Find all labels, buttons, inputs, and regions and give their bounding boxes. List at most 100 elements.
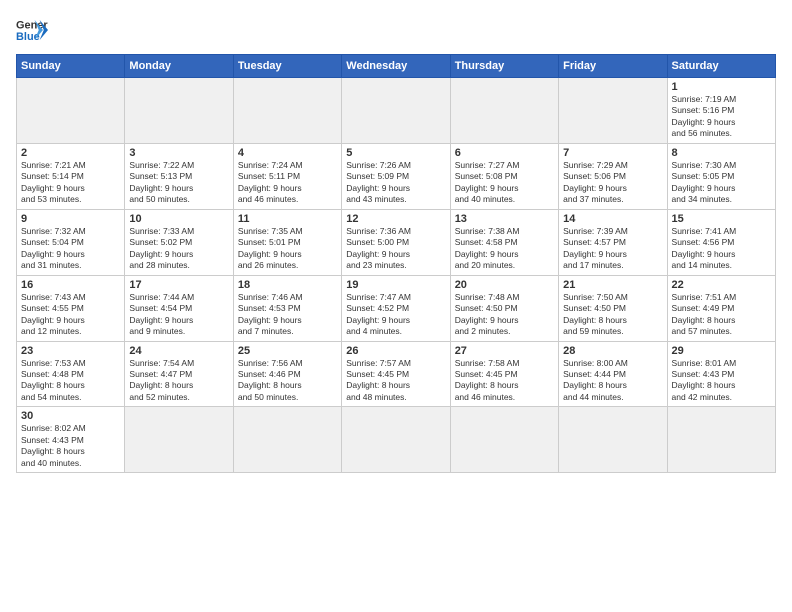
day-info: Sunrise: 7:29 AM Sunset: 5:06 PM Dayligh… bbox=[563, 160, 662, 206]
day-info: Sunrise: 7:57 AM Sunset: 4:45 PM Dayligh… bbox=[346, 358, 445, 404]
calendar-header-monday: Monday bbox=[125, 55, 233, 78]
calendar-week-row-3: 9Sunrise: 7:32 AM Sunset: 5:04 PM Daylig… bbox=[17, 209, 776, 275]
day-info: Sunrise: 7:39 AM Sunset: 4:57 PM Dayligh… bbox=[563, 226, 662, 272]
calendar-cell bbox=[450, 78, 558, 144]
calendar-week-row-5: 23Sunrise: 7:53 AM Sunset: 4:48 PM Dayli… bbox=[17, 341, 776, 407]
calendar-cell bbox=[125, 78, 233, 144]
calendar-cell: 23Sunrise: 7:53 AM Sunset: 4:48 PM Dayli… bbox=[17, 341, 125, 407]
day-info: Sunrise: 7:32 AM Sunset: 5:04 PM Dayligh… bbox=[21, 226, 120, 272]
day-info: Sunrise: 7:54 AM Sunset: 4:47 PM Dayligh… bbox=[129, 358, 228, 404]
calendar-cell: 29Sunrise: 8:01 AM Sunset: 4:43 PM Dayli… bbox=[667, 341, 775, 407]
calendar-week-row-6: 30Sunrise: 8:02 AM Sunset: 4:43 PM Dayli… bbox=[17, 407, 776, 473]
day-info: Sunrise: 7:27 AM Sunset: 5:08 PM Dayligh… bbox=[455, 160, 554, 206]
day-info: Sunrise: 7:26 AM Sunset: 5:09 PM Dayligh… bbox=[346, 160, 445, 206]
day-number: 19 bbox=[346, 279, 445, 291]
day-info: Sunrise: 7:53 AM Sunset: 4:48 PM Dayligh… bbox=[21, 358, 120, 404]
day-number: 15 bbox=[672, 213, 771, 225]
calendar-week-row-1: 1Sunrise: 7:19 AM Sunset: 5:16 PM Daylig… bbox=[17, 78, 776, 144]
day-info: Sunrise: 8:01 AM Sunset: 4:43 PM Dayligh… bbox=[672, 358, 771, 404]
calendar-cell: 16Sunrise: 7:43 AM Sunset: 4:55 PM Dayli… bbox=[17, 275, 125, 341]
calendar-cell: 26Sunrise: 7:57 AM Sunset: 4:45 PM Dayli… bbox=[342, 341, 450, 407]
calendar-cell bbox=[17, 78, 125, 144]
day-info: Sunrise: 7:47 AM Sunset: 4:52 PM Dayligh… bbox=[346, 292, 445, 338]
calendar-cell bbox=[667, 407, 775, 473]
calendar-cell: 7Sunrise: 7:29 AM Sunset: 5:06 PM Daylig… bbox=[559, 143, 667, 209]
day-number: 17 bbox=[129, 279, 228, 291]
day-info: Sunrise: 7:41 AM Sunset: 4:56 PM Dayligh… bbox=[672, 226, 771, 272]
calendar-cell: 6Sunrise: 7:27 AM Sunset: 5:08 PM Daylig… bbox=[450, 143, 558, 209]
calendar-cell: 25Sunrise: 7:56 AM Sunset: 4:46 PM Dayli… bbox=[233, 341, 341, 407]
calendar-cell: 30Sunrise: 8:02 AM Sunset: 4:43 PM Dayli… bbox=[17, 407, 125, 473]
calendar-cell: 1Sunrise: 7:19 AM Sunset: 5:16 PM Daylig… bbox=[667, 78, 775, 144]
day-number: 28 bbox=[563, 345, 662, 357]
calendar-cell: 20Sunrise: 7:48 AM Sunset: 4:50 PM Dayli… bbox=[450, 275, 558, 341]
calendar-cell: 5Sunrise: 7:26 AM Sunset: 5:09 PM Daylig… bbox=[342, 143, 450, 209]
day-number: 10 bbox=[129, 213, 228, 225]
calendar-cell bbox=[559, 407, 667, 473]
day-number: 9 bbox=[21, 213, 120, 225]
calendar-cell: 14Sunrise: 7:39 AM Sunset: 4:57 PM Dayli… bbox=[559, 209, 667, 275]
day-info: Sunrise: 7:38 AM Sunset: 4:58 PM Dayligh… bbox=[455, 226, 554, 272]
day-info: Sunrise: 7:19 AM Sunset: 5:16 PM Dayligh… bbox=[672, 94, 771, 140]
calendar-cell: 27Sunrise: 7:58 AM Sunset: 4:45 PM Dayli… bbox=[450, 341, 558, 407]
day-info: Sunrise: 7:36 AM Sunset: 5:00 PM Dayligh… bbox=[346, 226, 445, 272]
day-number: 23 bbox=[21, 345, 120, 357]
calendar-cell: 21Sunrise: 7:50 AM Sunset: 4:50 PM Dayli… bbox=[559, 275, 667, 341]
day-number: 1 bbox=[672, 81, 771, 93]
day-info: Sunrise: 7:35 AM Sunset: 5:01 PM Dayligh… bbox=[238, 226, 337, 272]
calendar-cell: 2Sunrise: 7:21 AM Sunset: 5:14 PM Daylig… bbox=[17, 143, 125, 209]
calendar-cell bbox=[342, 78, 450, 144]
day-number: 12 bbox=[346, 213, 445, 225]
day-number: 8 bbox=[672, 147, 771, 159]
day-number: 26 bbox=[346, 345, 445, 357]
day-info: Sunrise: 7:58 AM Sunset: 4:45 PM Dayligh… bbox=[455, 358, 554, 404]
calendar-week-row-4: 16Sunrise: 7:43 AM Sunset: 4:55 PM Dayli… bbox=[17, 275, 776, 341]
calendar-cell: 19Sunrise: 7:47 AM Sunset: 4:52 PM Dayli… bbox=[342, 275, 450, 341]
day-number: 13 bbox=[455, 213, 554, 225]
calendar-header-sunday: Sunday bbox=[17, 55, 125, 78]
day-info: Sunrise: 7:44 AM Sunset: 4:54 PM Dayligh… bbox=[129, 292, 228, 338]
day-number: 29 bbox=[672, 345, 771, 357]
generalblue-logo-icon: General Blue bbox=[16, 16, 48, 44]
day-info: Sunrise: 7:33 AM Sunset: 5:02 PM Dayligh… bbox=[129, 226, 228, 272]
calendar-cell: 8Sunrise: 7:30 AM Sunset: 5:05 PM Daylig… bbox=[667, 143, 775, 209]
day-number: 18 bbox=[238, 279, 337, 291]
day-info: Sunrise: 8:02 AM Sunset: 4:43 PM Dayligh… bbox=[21, 423, 120, 469]
day-info: Sunrise: 7:56 AM Sunset: 4:46 PM Dayligh… bbox=[238, 358, 337, 404]
calendar-cell bbox=[342, 407, 450, 473]
day-number: 3 bbox=[129, 147, 228, 159]
day-number: 21 bbox=[563, 279, 662, 291]
day-number: 11 bbox=[238, 213, 337, 225]
day-number: 16 bbox=[21, 279, 120, 291]
header: General Blue bbox=[16, 16, 776, 44]
logo: General Blue bbox=[16, 16, 48, 44]
day-info: Sunrise: 7:43 AM Sunset: 4:55 PM Dayligh… bbox=[21, 292, 120, 338]
day-info: Sunrise: 8:00 AM Sunset: 4:44 PM Dayligh… bbox=[563, 358, 662, 404]
day-info: Sunrise: 7:22 AM Sunset: 5:13 PM Dayligh… bbox=[129, 160, 228, 206]
calendar-header-saturday: Saturday bbox=[667, 55, 775, 78]
day-number: 5 bbox=[346, 147, 445, 159]
page: General Blue SundayMondayTuesdayWednesda… bbox=[0, 0, 792, 612]
day-number: 6 bbox=[455, 147, 554, 159]
day-info: Sunrise: 7:48 AM Sunset: 4:50 PM Dayligh… bbox=[455, 292, 554, 338]
day-number: 27 bbox=[455, 345, 554, 357]
day-info: Sunrise: 7:30 AM Sunset: 5:05 PM Dayligh… bbox=[672, 160, 771, 206]
calendar-header-thursday: Thursday bbox=[450, 55, 558, 78]
day-info: Sunrise: 7:51 AM Sunset: 4:49 PM Dayligh… bbox=[672, 292, 771, 338]
day-number: 2 bbox=[21, 147, 120, 159]
calendar-cell: 18Sunrise: 7:46 AM Sunset: 4:53 PM Dayli… bbox=[233, 275, 341, 341]
day-number: 30 bbox=[21, 410, 120, 422]
calendar-cell: 4Sunrise: 7:24 AM Sunset: 5:11 PM Daylig… bbox=[233, 143, 341, 209]
calendar-header-row: SundayMondayTuesdayWednesdayThursdayFrid… bbox=[17, 55, 776, 78]
calendar-table: SundayMondayTuesdayWednesdayThursdayFrid… bbox=[16, 54, 776, 473]
calendar-cell bbox=[233, 407, 341, 473]
day-number: 7 bbox=[563, 147, 662, 159]
calendar-cell bbox=[233, 78, 341, 144]
day-number: 4 bbox=[238, 147, 337, 159]
calendar-header-friday: Friday bbox=[559, 55, 667, 78]
calendar-cell: 22Sunrise: 7:51 AM Sunset: 4:49 PM Dayli… bbox=[667, 275, 775, 341]
calendar-cell: 13Sunrise: 7:38 AM Sunset: 4:58 PM Dayli… bbox=[450, 209, 558, 275]
calendar-cell: 15Sunrise: 7:41 AM Sunset: 4:56 PM Dayli… bbox=[667, 209, 775, 275]
calendar-cell bbox=[559, 78, 667, 144]
calendar-cell: 12Sunrise: 7:36 AM Sunset: 5:00 PM Dayli… bbox=[342, 209, 450, 275]
